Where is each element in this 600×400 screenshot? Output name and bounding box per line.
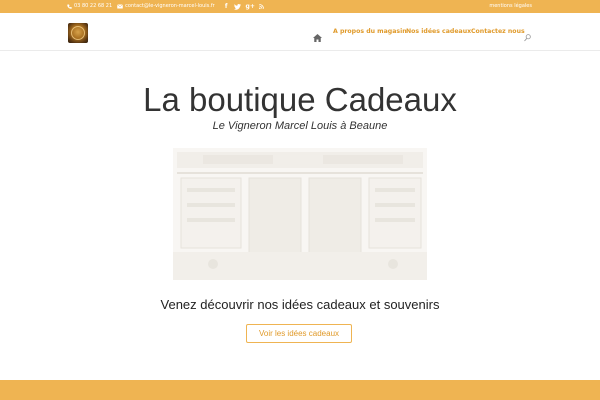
page-subtitle: Le Vigneron Marcel Louis à Beaune [212, 120, 388, 132]
phone-link[interactable]: 03 80 22 68 21 [67, 0, 112, 13]
phone-number: 03 80 22 68 21 [74, 3, 113, 9]
facebook-icon[interactable]: f [222, 0, 231, 13]
legal-notice-link[interactable]: mentions légales [489, 0, 532, 13]
nav-item-gift-ideas[interactable]: Nos idées cadeaux [406, 28, 471, 35]
email-link[interactable]: contact@le-vigneron-marcel-louis.fr [117, 0, 215, 13]
nav-item-contact[interactable]: Contactez nous [471, 28, 525, 35]
page-title: La boutique Cadeaux [143, 81, 457, 118]
google-plus-icon[interactable]: g+ [246, 0, 255, 13]
home-icon[interactable] [313, 27, 322, 46]
search-icon[interactable] [524, 27, 531, 46]
footer-bar [0, 380, 600, 400]
phone-icon [67, 4, 72, 9]
envelope-icon [117, 4, 124, 9]
site-header: A propos du magasin Nos idées cadeaux Co… [0, 13, 600, 50]
hero-tagline: Venez découvrir nos idées cadeaux et sou… [160, 297, 440, 312]
nav-item-about[interactable]: A propos du magasin [333, 28, 407, 35]
shop-front-photo [173, 148, 427, 280]
view-gift-ideas-button[interactable]: Voir les idées cadeaux [246, 324, 352, 343]
rss-icon[interactable] [258, 0, 267, 13]
top-bar-contact: 03 80 22 68 21 contact@le-vigneron-marce… [67, 0, 270, 13]
top-bar: 03 80 22 68 21 contact@le-vigneron-marce… [0, 0, 600, 13]
social-links: f g+ [222, 0, 270, 13]
email-address: contact@le-vigneron-marcel-louis.fr [125, 3, 215, 9]
twitter-icon[interactable] [233, 0, 243, 13]
main-nav: A propos du magasin Nos idées cadeaux Co… [0, 27, 600, 42]
